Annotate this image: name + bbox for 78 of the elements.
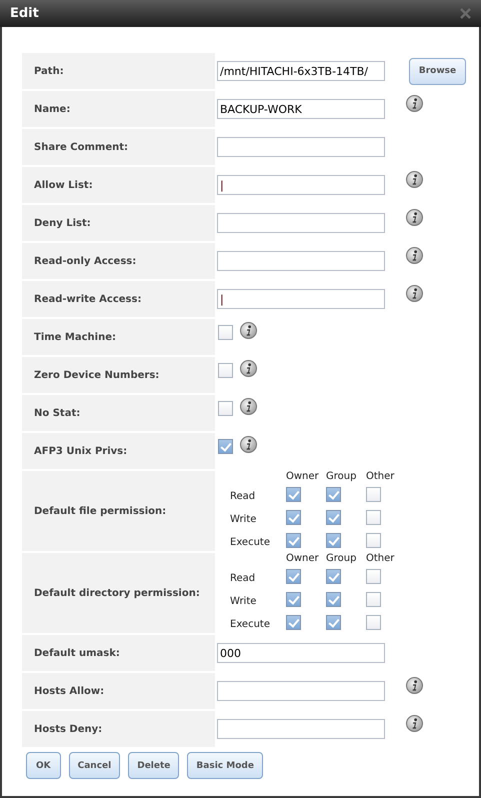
checkbox[interactable] xyxy=(366,510,381,525)
input-field[interactable] xyxy=(217,213,385,233)
checkbox[interactable] xyxy=(366,533,381,548)
field-label: Allow List: xyxy=(22,167,215,203)
info-icon[interactable] xyxy=(406,285,423,302)
field-label: Read-only Access: xyxy=(22,243,215,279)
input-field[interactable]: 000 xyxy=(217,643,385,663)
permission-label: Write xyxy=(230,514,258,524)
checkbox[interactable] xyxy=(366,569,381,584)
checkbox[interactable] xyxy=(326,533,341,548)
info-icon[interactable] xyxy=(406,715,423,732)
checkbox[interactable] xyxy=(286,510,301,525)
input-field[interactable]: | xyxy=(217,289,385,309)
dialog-button[interactable]: Delete xyxy=(128,752,180,779)
column-header: Group xyxy=(326,553,358,564)
column-header: Owner xyxy=(286,553,320,564)
dialog-button[interactable]: OK xyxy=(26,752,61,779)
info-icon[interactable] xyxy=(406,677,423,694)
info-icon[interactable] xyxy=(240,398,257,415)
field-label: Name: xyxy=(22,91,215,127)
field-label: No Stat: xyxy=(22,395,215,431)
info-icon[interactable] xyxy=(406,209,423,226)
field-label: Share Comment: xyxy=(22,129,215,165)
column-header: Other xyxy=(366,553,396,564)
dialog-button[interactable]: Basic Mode xyxy=(187,752,263,779)
column-header: Other xyxy=(366,471,396,482)
info-icon[interactable] xyxy=(240,360,257,377)
input-field[interactable] xyxy=(217,681,385,701)
input-field[interactable]: BACKUP-WORK xyxy=(217,99,385,119)
field-label: Hosts Deny: xyxy=(22,711,215,747)
field-label: Default umask: xyxy=(22,635,215,671)
input-field[interactable] xyxy=(217,137,385,157)
checkbox[interactable] xyxy=(366,487,381,502)
permission-label: Execute xyxy=(230,618,271,630)
info-icon[interactable] xyxy=(240,436,257,453)
info-icon[interactable] xyxy=(240,322,257,339)
field-label: Default directory permission: xyxy=(22,553,215,633)
input-field[interactable]: | xyxy=(217,175,385,195)
permission-label: Execute xyxy=(230,536,271,548)
window-title: Edit xyxy=(10,6,39,21)
input-field[interactable] xyxy=(217,251,385,271)
permission-label: Write xyxy=(230,596,258,606)
checkbox[interactable] xyxy=(218,401,233,416)
info-icon[interactable] xyxy=(406,95,423,112)
field-label: Deny List: xyxy=(22,205,215,241)
checkbox[interactable] xyxy=(286,592,301,607)
field-label: AFP3 Unix Privs: xyxy=(22,433,215,469)
browse-button[interactable]: Browse xyxy=(409,58,466,84)
input-field[interactable]: /mnt/HITACHI-6x3TB-14TB/ xyxy=(217,61,385,81)
permission-label: Read xyxy=(230,490,256,502)
field-label: Path: xyxy=(22,53,215,89)
checkbox[interactable] xyxy=(286,533,301,548)
field-label: Read-write Access: xyxy=(22,281,215,317)
checkbox[interactable] xyxy=(218,363,233,378)
checkbox[interactable] xyxy=(326,510,341,525)
field-label: Hosts Allow: xyxy=(22,673,215,709)
column-header: Group xyxy=(326,471,358,482)
checkbox[interactable] xyxy=(366,615,381,630)
field-label: Time Machine: xyxy=(22,319,215,355)
checkbox[interactable] xyxy=(326,569,341,584)
checkbox[interactable] xyxy=(218,439,233,454)
close-icon[interactable] xyxy=(460,8,471,19)
checkbox[interactable] xyxy=(326,487,341,502)
field-label: Default file permission: xyxy=(22,471,215,551)
column-header: Owner xyxy=(286,471,320,482)
checkbox[interactable] xyxy=(286,487,301,502)
checkbox[interactable] xyxy=(326,592,341,607)
input-field[interactable] xyxy=(217,719,385,739)
checkbox[interactable] xyxy=(286,569,301,584)
checkbox[interactable] xyxy=(326,615,341,630)
checkbox[interactable] xyxy=(366,592,381,607)
permission-label: Read xyxy=(230,572,256,584)
info-icon[interactable] xyxy=(406,171,423,188)
checkbox[interactable] xyxy=(218,325,233,340)
checkbox[interactable] xyxy=(286,615,301,630)
field-label: Zero Device Numbers: xyxy=(22,357,215,393)
dialog-button[interactable]: Cancel xyxy=(68,752,120,779)
info-icon[interactable] xyxy=(406,247,423,264)
